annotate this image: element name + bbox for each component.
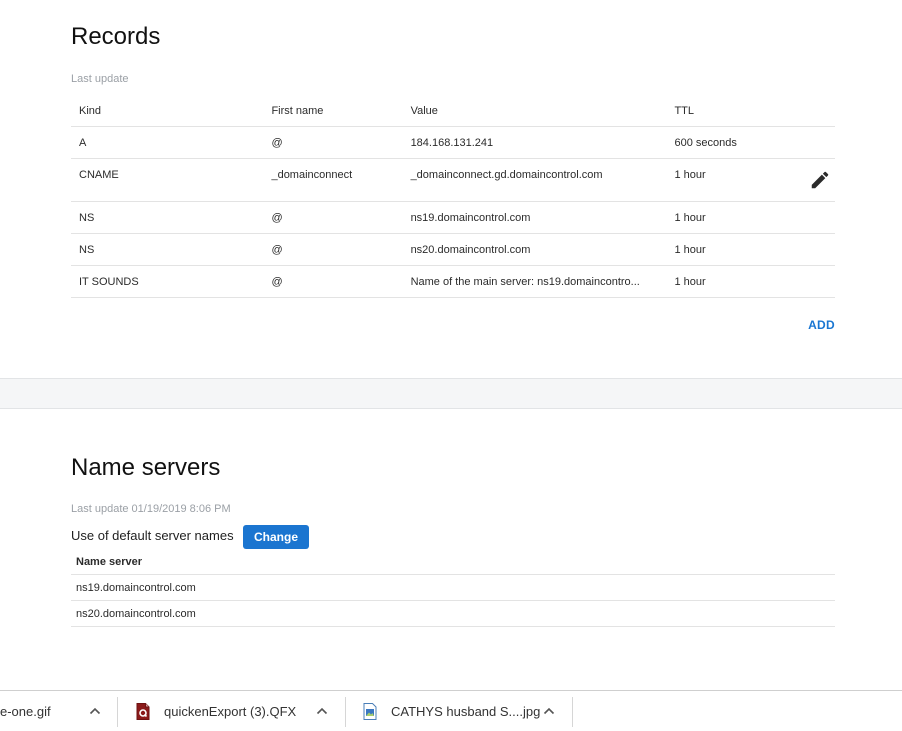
- pencil-icon[interactable]: [809, 169, 831, 191]
- name-server-value: ns20.domaincontrol.com: [71, 600, 835, 627]
- name-servers-last-update: Last update 01/19/2019 8:06 PM: [71, 503, 231, 515]
- records-table: Kind First name Value TTL A @ 184.168.13…: [71, 95, 835, 298]
- record-ttl: 600 seconds: [666, 126, 789, 159]
- download-separator: [572, 697, 573, 727]
- add-record-button[interactable]: ADD: [808, 318, 835, 332]
- column-header-value: Value: [402, 95, 667, 127]
- record-value: ns19.domaincontrol.com: [402, 201, 667, 234]
- column-header-ttl: TTL: [666, 95, 789, 127]
- name-servers-title: Name servers: [71, 454, 221, 481]
- name-servers-header-row: Name server: [71, 549, 835, 575]
- dns-management-page: Records Last update Kind First name Valu…: [0, 0, 902, 731]
- name-servers-section: Name servers Last update 01/19/2019 8:06…: [0, 409, 902, 690]
- qfx-file-icon: [136, 702, 150, 720]
- record-kind: NS: [71, 233, 264, 266]
- change-button[interactable]: Change: [243, 525, 309, 549]
- download-separator: [117, 697, 118, 727]
- record-row: A @ 184.168.131.241 600 seconds: [71, 126, 835, 159]
- record-name: @: [263, 233, 403, 266]
- download-filename: e-one.gif: [0, 703, 51, 719]
- record-kind: NS: [71, 201, 264, 234]
- record-row: CNAME _domainconnect _domainconnect.gd.d…: [71, 158, 835, 202]
- record-ttl: 1 hour: [666, 158, 789, 202]
- record-value: 184.168.131.241: [402, 126, 667, 159]
- record-name: @: [263, 126, 403, 159]
- record-value: Name of the main server: ns19.domaincont…: [402, 265, 667, 298]
- default-server-names-text: Use of default server names: [71, 528, 234, 543]
- download-bar: e-one.gif quickenExport (3).QFX CATHYS h…: [0, 690, 902, 731]
- record-actions: [788, 201, 835, 234]
- record-kind: IT SOUNDS: [71, 265, 264, 298]
- image-file-icon: [363, 702, 377, 720]
- download-filename: quickenExport (3).QFX: [164, 703, 297, 719]
- download-item[interactable]: CATHYS husband S....jpg: [363, 691, 563, 731]
- records-last-update: Last update: [71, 73, 129, 85]
- name-servers-table: Name server ns19.domaincontrol.com ns20.…: [71, 549, 835, 627]
- record-actions: [788, 233, 835, 266]
- record-row: NS @ ns20.domaincontrol.com 1 hour: [71, 233, 835, 266]
- name-server-value: ns19.domaincontrol.com: [71, 574, 835, 601]
- record-ttl: 1 hour: [666, 201, 789, 234]
- name-server-row: ns20.domaincontrol.com: [71, 600, 835, 627]
- record-name: @: [263, 201, 403, 234]
- column-header-name-server: Name server: [71, 549, 835, 575]
- record-row: NS @ ns19.domaincontrol.com 1 hour: [71, 201, 835, 234]
- records-title: Records: [71, 23, 161, 50]
- column-header-actions: [788, 95, 835, 127]
- chevron-up-icon[interactable]: [315, 704, 329, 718]
- record-actions: [788, 265, 835, 298]
- chevron-up-icon[interactable]: [542, 704, 556, 718]
- download-separator: [345, 697, 346, 727]
- chevron-up-icon[interactable]: [88, 704, 102, 718]
- record-name: @: [263, 265, 403, 298]
- record-ttl: 1 hour: [666, 265, 789, 298]
- record-actions: [788, 158, 835, 202]
- section-divider: [0, 378, 902, 409]
- records-section: Records Last update Kind First name Valu…: [0, 0, 902, 378]
- record-kind: CNAME: [71, 158, 264, 202]
- record-actions: [788, 126, 835, 159]
- column-header-first-name: First name: [263, 95, 403, 127]
- record-row: IT SOUNDS @ Name of the main server: ns1…: [71, 265, 835, 298]
- record-value-text: Name of the main server: ns19.domaincont…: [410, 275, 640, 288]
- record-value: ns20.domaincontrol.com: [402, 233, 667, 266]
- download-filename: CATHYS husband S....jpg: [391, 703, 541, 719]
- record-value: _domainconnect.gd.domaincontrol.com: [402, 158, 667, 202]
- download-item[interactable]: quickenExport (3).QFX: [136, 691, 336, 731]
- records-header-row: Kind First name Value TTL: [71, 95, 835, 127]
- record-ttl: 1 hour: [666, 233, 789, 266]
- column-header-kind: Kind: [71, 95, 264, 127]
- record-kind: A: [71, 126, 264, 159]
- record-name: _domainconnect: [263, 158, 403, 202]
- name-server-row: ns19.domaincontrol.com: [71, 574, 835, 601]
